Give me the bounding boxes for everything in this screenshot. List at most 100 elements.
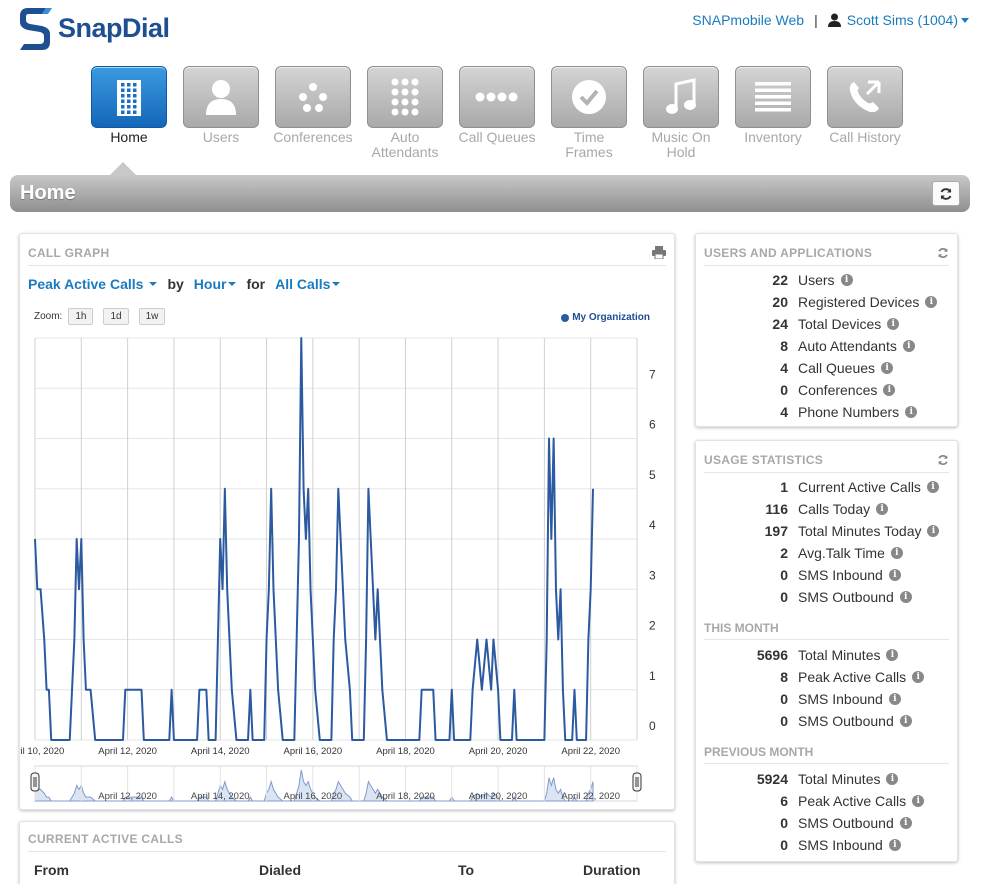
main-nav: Home Users Conferences Auto Attendants Call … [83, 66, 911, 160]
users-applications-row: 4 Phone Numbers i [704, 401, 918, 423]
y-tick-label: 4 [649, 518, 656, 532]
info-icon[interactable]: i [840, 274, 853, 286]
info-icon[interactable]: i [886, 773, 899, 785]
user-menu[interactable]: Scott Sims (1004) [847, 12, 958, 28]
stat-label: SMS Outbound [798, 589, 894, 605]
navigator-tick-label: April 18, 2020 [376, 791, 435, 802]
stat-label: Avg.Talk Time [798, 545, 885, 561]
x-tick-label: April 12, 2020 [98, 746, 157, 757]
nav-item-music-on-hold[interactable]: Music On Hold [635, 66, 727, 160]
usage-today-row: 0 SMS Inbound i [704, 564, 901, 586]
info-icon[interactable]: i [912, 795, 925, 807]
info-icon[interactable]: i [883, 384, 896, 396]
stat-value: 0 [780, 567, 788, 583]
usage-today-row: 2 Avg.Talk Time i [704, 542, 903, 564]
nav-item-home[interactable]: Home [83, 66, 175, 160]
users-applications-row: 8 Auto Attendants i [704, 335, 915, 357]
info-icon[interactable]: i [888, 693, 901, 705]
navigator-left-handle[interactable] [30, 772, 40, 792]
refresh-icon[interactable] [937, 247, 949, 259]
y-tick-label: 5 [649, 468, 656, 482]
nav-item-users[interactable]: Users [175, 66, 267, 160]
refresh-button[interactable] [932, 181, 960, 206]
info-icon[interactable]: i [888, 569, 901, 581]
info-icon[interactable]: i [902, 340, 915, 352]
navigator-tick-label: April 12, 2020 [98, 791, 157, 802]
stat-value: 22 [772, 272, 788, 288]
usage-statistics-title: USAGE STATISTICS [704, 452, 824, 467]
stat-label: Total Minutes [798, 647, 881, 663]
users-applications-row: 4 Call Queues i [704, 357, 894, 379]
nav-item-auto-attendants[interactable]: Auto Attendants [359, 66, 451, 160]
nav-label: Call History [829, 129, 901, 145]
call-graph-chart[interactable]: 0 1 2 3 4 5 6 7 April 10, 2020 April 12, 2020 Apri… [20, 234, 676, 811]
info-icon[interactable]: i [925, 296, 938, 308]
stat-value: 197 [764, 523, 788, 539]
stat-value: 0 [780, 837, 788, 853]
stat-label: SMS Inbound [798, 837, 883, 853]
nav-label: Home [110, 129, 148, 145]
col-from[interactable]: From [34, 862, 69, 878]
info-icon[interactable]: i [926, 481, 939, 493]
usage-today-row: 1 Current Active Calls i [704, 476, 939, 498]
stat-label: Total Minutes Today [798, 523, 922, 539]
user-icon [183, 66, 259, 128]
this-month-heading: THIS MONTH [704, 621, 949, 640]
stat-value: 4 [780, 404, 788, 420]
nav-label: Auto Attendants [371, 129, 439, 160]
info-icon[interactable]: i [899, 817, 912, 829]
info-icon[interactable]: i [905, 406, 918, 418]
keypad-icon [367, 66, 443, 128]
stat-label: SMS Outbound [798, 815, 894, 831]
stat-label: Total Devices [798, 316, 882, 332]
active-tab-notch [110, 162, 136, 175]
users-applications-title: USERS AND APPLICATIONS [704, 245, 873, 260]
music-icon [643, 66, 719, 128]
usage-today-row: 197 Total Minutes Today i [704, 520, 940, 542]
previous-month-row: 5924 Total Minutes i [704, 768, 899, 790]
page-title-bar: Home [10, 175, 970, 212]
stat-value: 5924 [756, 771, 788, 787]
snapmobile-web-link[interactable]: SNAPmobile Web [692, 12, 804, 28]
this-month-row: 0 SMS Outbound i [704, 710, 912, 732]
stat-value: 2 [780, 545, 788, 561]
info-icon[interactable]: i [927, 525, 940, 537]
navigator-tick-label: April 20, 2020 [469, 791, 528, 802]
stat-value: 0 [780, 589, 788, 605]
y-tick-label: 7 [649, 367, 656, 381]
info-icon[interactable]: i [912, 671, 925, 683]
info-icon[interactable]: i [876, 503, 889, 515]
nav-item-time-frames[interactable]: Time Frames [543, 66, 635, 160]
col-dialed[interactable]: Dialed [259, 862, 301, 878]
stat-label: Peak Active Calls [798, 793, 907, 809]
info-icon[interactable]: i [890, 547, 903, 559]
nav-item-conferences[interactable]: Conferences [267, 66, 359, 160]
info-icon[interactable]: i [881, 362, 894, 374]
stat-value: 1 [780, 479, 788, 495]
phone-history-icon [827, 66, 903, 128]
navigator-right-handle[interactable] [632, 772, 642, 792]
this-month-row: 0 SMS Inbound i [704, 688, 901, 710]
stat-label: Call Queues [798, 360, 876, 376]
stat-value: 0 [780, 713, 788, 729]
nav-label: Conferences [273, 129, 353, 145]
col-duration[interactable]: Duration [583, 862, 641, 878]
info-icon[interactable]: i [887, 318, 900, 330]
navigator-tick-label: April 22, 2020 [561, 791, 620, 802]
previous-month-row: 6 Peak Active Calls i [704, 790, 925, 812]
chevron-down-icon [961, 17, 969, 23]
col-to[interactable]: To [458, 862, 474, 878]
nav-item-inventory[interactable]: Inventory [727, 66, 819, 160]
info-icon[interactable]: i [886, 649, 899, 661]
refresh-icon[interactable] [937, 454, 949, 466]
info-icon[interactable]: i [899, 715, 912, 727]
snapdial-logo[interactable]: SnapDial [16, 4, 170, 52]
info-icon[interactable]: i [899, 591, 912, 603]
call-graph-panel: CALL GRAPH Peak Active Calls by Hour for… [19, 233, 675, 810]
nav-item-call-queues[interactable]: Call Queues [451, 66, 543, 160]
info-icon[interactable]: i [888, 839, 901, 851]
stat-value: 5696 [756, 647, 788, 663]
active-calls-title: CURRENT ACTIVE CALLS [28, 831, 183, 846]
nav-item-call-history[interactable]: Call History [819, 66, 911, 160]
stat-value: 20 [772, 294, 788, 310]
